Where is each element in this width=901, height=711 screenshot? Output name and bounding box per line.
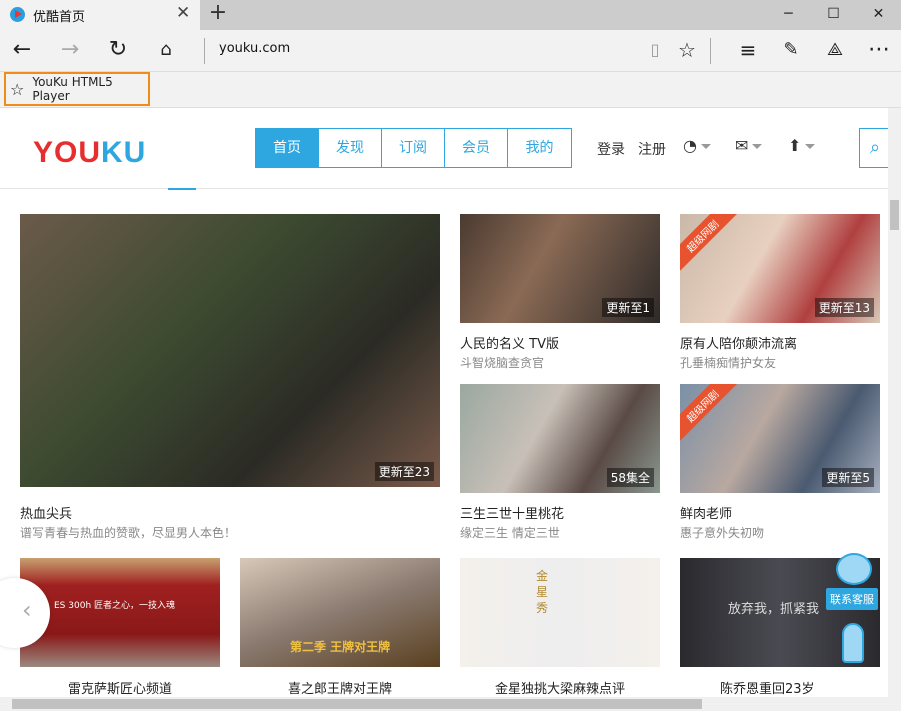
episode-badge: 更新至23	[374, 462, 434, 481]
video-subtitle: 缘定三生 情定三世	[460, 526, 560, 540]
hub-icon[interactable]: ≡	[733, 38, 763, 62]
rocket-icon	[842, 623, 864, 663]
thumbnail-text: ES 300h 匠者之心，一技入魂	[54, 601, 176, 611]
video-title[interactable]: 雷克萨斯匠心频道	[68, 678, 172, 697]
tab-youku[interactable]: 优酷首页 ✕	[0, 0, 200, 30]
video-subtitle: 孔垂楠痴情护女友	[680, 356, 777, 370]
webpage: YOUKU 首页 发现 订阅 会员 我的 登录 注册 ◔ ✉ ⬆ ⌕ 更新至23…	[0, 108, 888, 697]
address-bar[interactable]: youku.com	[219, 41, 290, 56]
nav-vip[interactable]: 会员	[445, 129, 508, 167]
favorites-bar: ☆ YouKu HTML5 Player	[0, 72, 901, 108]
login-link[interactable]: 登录	[597, 139, 625, 159]
episode-badge: 更新至5	[822, 468, 874, 487]
super-series-ribbon: 超级网剧	[680, 214, 738, 271]
close-window-button[interactable]: ✕	[856, 0, 901, 30]
nav-discover[interactable]: 发现	[319, 129, 382, 167]
main-nav: 首页 发现 订阅 会员 我的	[255, 128, 572, 168]
toolbar-separator	[710, 38, 711, 64]
history-button[interactable]: ◔	[683, 136, 711, 155]
thumbnail-text: 第二季 王牌对王牌	[290, 640, 391, 654]
refresh-icon[interactable]: ↻	[103, 38, 133, 62]
video-title[interactable]: 鲜肉老师	[680, 503, 732, 522]
super-series-ribbon: 超级网剧	[680, 384, 738, 441]
episode-badge: 更新至13	[814, 298, 874, 317]
navigation-bar: ← → ↻ ⌂ youku.com ▯ ☆ ≡ ✎ ⟁ ⋯	[0, 30, 901, 72]
featured-subtitle: 谱写青春与热血的赞歌，尽显男人本色！	[20, 526, 237, 540]
episode-badge: 更新至1	[602, 298, 654, 317]
vertical-scroll-thumb[interactable]	[890, 200, 899, 230]
vertical-scrollbar[interactable]	[888, 108, 901, 697]
minimize-button[interactable]: ─	[766, 0, 811, 30]
astronaut-icon	[836, 553, 872, 585]
thumbnail-text: 放弃我，抓紧我	[728, 602, 820, 617]
home-icon[interactable]: ⌂	[151, 38, 181, 62]
address-separator	[204, 38, 205, 64]
video-thumbnail[interactable]: 第二季 王牌对王牌	[240, 558, 440, 667]
header-indicator	[168, 188, 196, 190]
youku-logo[interactable]: YOUKU	[33, 136, 146, 170]
video-title[interactable]: 三生三世十里桃花	[460, 503, 564, 522]
thumbnail-text: 金星秀	[536, 569, 549, 615]
clock-icon: ◔	[683, 136, 697, 155]
search-icon: ⌕	[870, 137, 881, 158]
more-icon[interactable]: ⋯	[864, 38, 894, 62]
messages-button[interactable]: ✉	[735, 136, 763, 155]
video-thumbnail[interactable]: 超级网剧更新至13	[680, 214, 880, 323]
video-title[interactable]: 陈乔恩重回23岁	[720, 678, 815, 697]
share-icon[interactable]: ⟁	[820, 38, 850, 62]
video-title[interactable]: 喜之郎王牌对王牌	[288, 678, 392, 697]
reading-view-icon[interactable]: ▯	[640, 38, 670, 62]
favorite-youku-html5-player[interactable]: ☆ YouKu HTML5 Player	[4, 72, 150, 106]
star-icon: ☆	[10, 79, 25, 99]
web-note-icon[interactable]: ✎	[776, 38, 806, 62]
forward-icon[interactable]: →	[55, 38, 85, 62]
favorite-label: YouKu HTML5 Player	[32, 75, 113, 103]
register-link[interactable]: 注册	[638, 139, 666, 159]
tab-title: 优酷首页	[33, 10, 86, 25]
episode-badge: 58集全	[606, 468, 654, 487]
nav-subscribe[interactable]: 订阅	[382, 129, 445, 167]
close-tab-icon[interactable]: ✕	[176, 3, 190, 23]
new-tab-button[interactable]: +	[206, 0, 230, 25]
video-subtitle: 惠子意外失初吻	[680, 526, 765, 540]
favorite-star-icon[interactable]: ☆	[672, 38, 702, 62]
nav-home[interactable]: 首页	[256, 129, 319, 167]
upload-icon: ⬆	[788, 136, 802, 155]
nav-mine[interactable]: 我的	[508, 129, 571, 167]
video-thumbnail[interactable]: ES 300h 匠者之心，一技入魂	[20, 558, 220, 667]
video-thumbnail[interactable]: 超级网剧更新至5	[680, 384, 880, 493]
video-title[interactable]: 金星独挑大梁麻辣点评	[495, 678, 625, 697]
featured-thumbnail[interactable]: 更新至23	[20, 214, 440, 487]
upload-button[interactable]: ⬆	[788, 136, 816, 155]
maximize-button[interactable]: ☐	[811, 0, 856, 30]
mail-icon: ✉	[735, 136, 749, 155]
search-button[interactable]: ⌕	[859, 128, 888, 168]
customer-service-label[interactable]: 联系客服	[826, 588, 878, 610]
video-thumbnail[interactable]: 58集全	[460, 384, 660, 493]
customer-service-widget[interactable]: 联系客服	[826, 553, 882, 697]
video-thumbnail[interactable]: 更新至1	[460, 214, 660, 323]
video-subtitle: 斗智烧脑查贪官	[460, 356, 545, 370]
video-thumbnail[interactable]: 金星秀	[460, 558, 660, 667]
youku-favicon-icon	[10, 7, 25, 22]
video-title[interactable]: 原有人陪你颠沛流离	[680, 333, 797, 352]
video-title[interactable]: 人民的名义 TV版	[460, 333, 559, 352]
back-icon[interactable]: ←	[7, 38, 37, 62]
header-divider	[0, 188, 888, 189]
featured-title[interactable]: 热血尖兵	[20, 503, 72, 522]
horizontal-scroll-thumb[interactable]	[12, 699, 702, 709]
